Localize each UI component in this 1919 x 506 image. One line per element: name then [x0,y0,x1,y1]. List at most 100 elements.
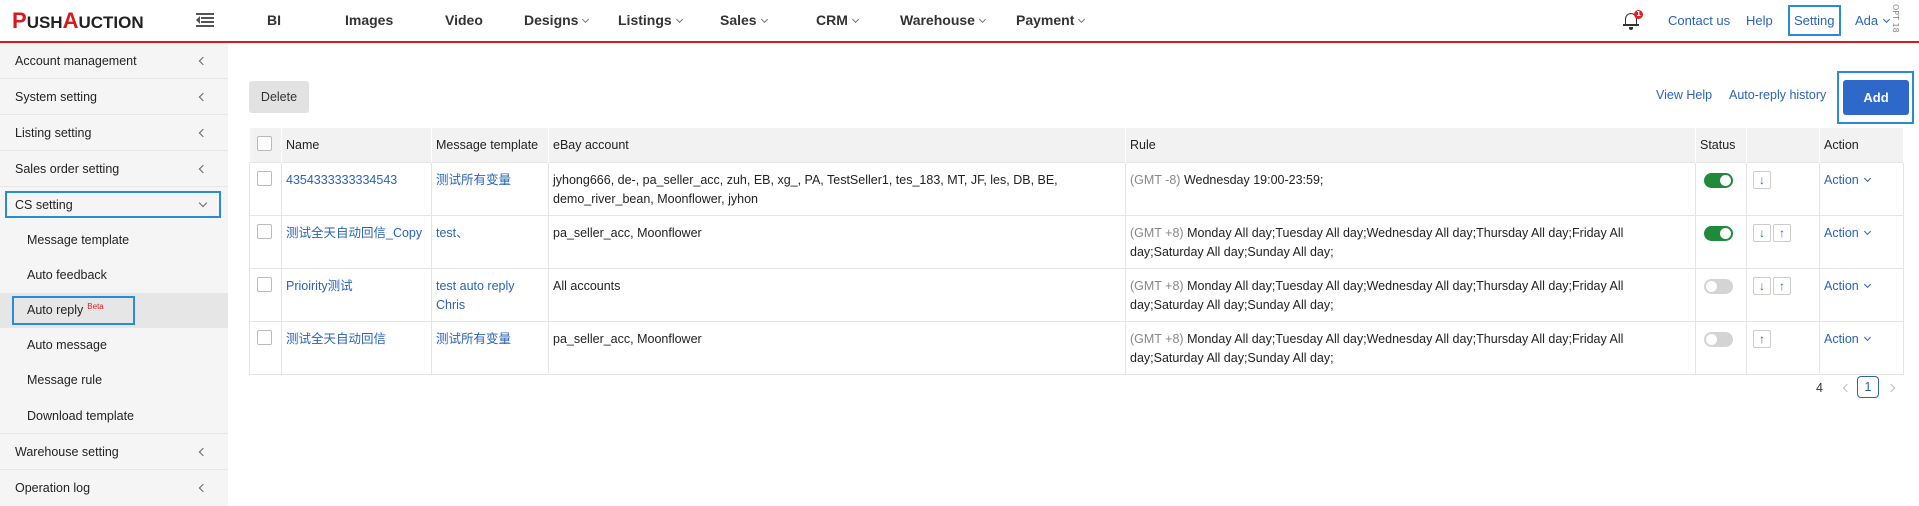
arrow-down-icon[interactable]: ↓ [1753,170,1771,189]
template-link[interactable]: test、 [436,226,469,240]
auto-reply-history-link[interactable]: Auto-reply history [1729,88,1826,102]
chevron-down-icon [1863,227,1871,235]
chevron-down-icon [851,15,859,24]
add-button[interactable]: Add [1843,80,1909,115]
sidebar-subitem-auto-message[interactable]: Auto message [0,328,228,363]
rule-cell: (GMT +8) Monday All day;Tuesday All day;… [1125,267,1696,321]
status-toggle[interactable] [1704,225,1733,241]
rule-name-link[interactable]: 4354333333334543 [286,173,397,187]
sidebar-item-warehouse-setting[interactable]: Warehouse setting [0,434,228,470]
chevron-down-icon [1883,15,1891,24]
arrow-up-icon[interactable]: ↑ [1753,329,1771,348]
sidebar-subitem-auto-feedback[interactable]: Auto feedback [0,258,228,293]
table-row: Prioirity测试 test auto reply Chris All acc… [249,267,1904,321]
account-cell: pa_seller_acc, Moonflower [548,320,1126,375]
account-cell: jyhong666, de-, pa_seller_acc, zuh, EB, … [548,161,1126,215]
rule-cell: (GMT +8) Monday All day;Tuesday All day;… [1125,320,1696,375]
sidebar-item-listing-setting[interactable]: Listing setting [0,115,228,151]
template-link[interactable]: Chris [436,298,465,312]
header-status: Status [1695,128,1747,162]
sidebar-subitem-message-rule[interactable]: Message rule [0,363,228,398]
nav-payment[interactable]: Payment [1016,0,1086,41]
nav-listings[interactable]: Listings [618,0,683,41]
chevron-left-icon [198,447,208,457]
sidebar: Account management System setting Listin… [0,43,228,506]
nav-warehouse[interactable]: Warehouse [900,0,986,41]
user-menu[interactable]: Ada [1855,0,1891,41]
account-cell: pa_seller_acc, Moonflower [548,214,1126,268]
nav-video[interactable]: Video [445,0,483,41]
arrow-up-icon[interactable]: ↑ [1773,223,1791,242]
chevron-down-icon [1863,280,1871,288]
sidebar-item-account-management[interactable]: Account management [0,43,228,79]
header-account: eBay account [548,128,1126,162]
nav-crm[interactable]: CRM [816,0,859,41]
action-dropdown[interactable]: Action [1824,173,1871,187]
main-content: Delete View Help Auto-reply history Add … [228,43,1919,506]
setting-link[interactable]: Setting [1794,0,1834,41]
rule-name-link[interactable]: 测试全天自动回信_Copy [286,226,422,240]
chevron-down-icon [675,15,683,24]
page-1-button[interactable]: 1 [1857,376,1879,398]
version-label: OPT 18 [1891,4,1900,33]
sidebar-item-operation-log[interactable]: Operation log [0,470,228,506]
sidebar-item-sales-order-setting[interactable]: Sales order setting [0,151,228,187]
view-help-link[interactable]: View Help [1656,88,1712,102]
rule-name-link[interactable]: 测试全天自动回信 [286,332,386,346]
action-dropdown[interactable]: Action [1824,332,1871,346]
delete-button[interactable]: Delete [249,81,309,113]
menu-toggle-icon[interactable] [196,12,214,28]
status-toggle[interactable] [1704,172,1733,188]
chevron-down-icon [760,15,768,24]
header-rule: Rule [1125,128,1696,162]
total-count: 4 [1816,381,1823,395]
chevron-left-icon [198,483,208,493]
template-link[interactable]: 测试所有变量 [436,173,511,187]
rule-name-link[interactable]: Prioirity测试 [286,279,353,293]
status-toggle[interactable] [1704,278,1733,294]
bell-icon[interactable]: 1 [1622,10,1643,31]
template-link[interactable]: 测试所有变量 [436,332,511,346]
chevron-down-icon [978,15,986,24]
nav-sales[interactable]: Sales [720,0,768,41]
sidebar-subitem-message-template[interactable]: Message template [0,223,228,258]
header-action: Action [1819,128,1904,162]
account-cell: All accounts [548,267,1126,321]
nav-bi[interactable]: BI [267,0,281,41]
chevron-down-icon [1078,15,1086,24]
arrow-down-icon[interactable]: ↓ [1753,223,1771,242]
header-template: Message template [431,128,549,162]
arrow-up-icon[interactable]: ↑ [1773,276,1791,295]
auto-reply-table: Name Message template eBay account Rule … [249,128,1904,375]
pushauction-logo[interactable]: PUSHAUCTION [12,8,144,34]
top-bar: PUSHAUCTION BI Images Video Designs List… [0,0,1919,43]
row-checkbox[interactable] [257,170,272,186]
sidebar-item-system-setting[interactable]: System setting [0,79,228,115]
nav-images[interactable]: Images [345,0,393,41]
help-link[interactable]: Help [1746,0,1773,41]
nav-designs[interactable]: Designs [524,0,590,41]
table-row: 4354333333334543 测试所有变量 jyhong666, de-, … [249,161,1904,215]
header-name: Name [281,128,432,162]
chevron-left-icon [198,92,208,102]
chevron-left-icon [198,56,208,66]
table-row: 测试全天自动回信 测试所有变量 pa_seller_acc, Moonflowe… [249,320,1904,375]
row-checkbox[interactable] [257,276,272,292]
notification-badge: 1 [1634,10,1643,19]
table-row: 测试全天自动回信_Copy test、 pa_seller_acc, Moonf… [249,214,1904,268]
cs-setting-highlight [5,191,221,218]
table-header: Name Message template eBay account Rule … [249,128,1904,162]
chevron-down-icon [582,15,590,24]
arrow-down-icon[interactable]: ↓ [1753,276,1771,295]
status-toggle[interactable] [1704,331,1733,347]
action-dropdown[interactable]: Action [1824,279,1871,293]
chevron-left-icon [198,128,208,138]
row-checkbox[interactable] [257,223,272,239]
select-all-checkbox[interactable] [256,135,272,151]
row-checkbox[interactable] [257,329,272,345]
sidebar-subitem-download-template[interactable]: Download template [0,398,228,434]
rule-cell: (GMT +8) Monday All day;Tuesday All day;… [1125,214,1696,268]
contact-us-link[interactable]: Contact us [1668,0,1730,41]
action-dropdown[interactable]: Action [1824,226,1871,240]
template-link[interactable]: test auto reply [436,279,515,293]
